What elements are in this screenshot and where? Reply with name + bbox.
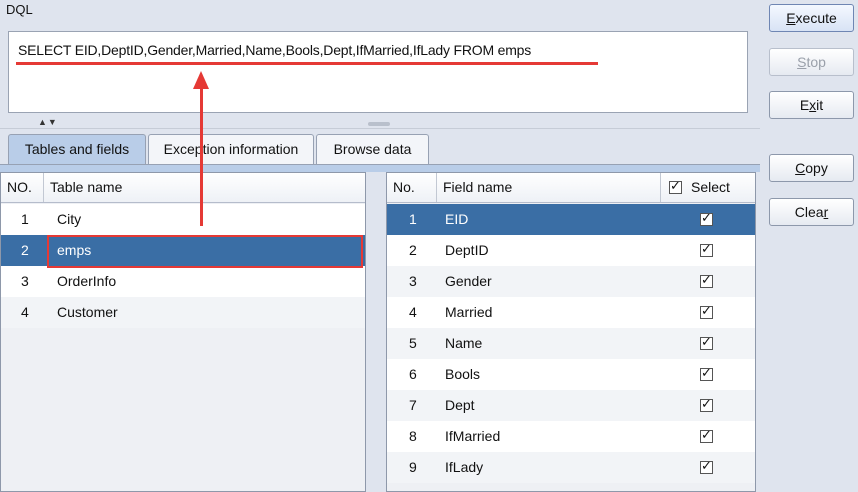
tab-browse-data[interactable]: Browse data	[316, 134, 429, 164]
arrow-head-icon	[193, 71, 209, 89]
annotation-arrow	[200, 82, 203, 226]
tables-header: NO. Table name	[1, 173, 365, 203]
field-checkbox[interactable]	[700, 430, 713, 443]
stop-button[interactable]: Stop	[769, 48, 854, 76]
field-row[interactable]: 6 Bools	[387, 359, 755, 390]
table-row[interactable]: 1 City	[1, 204, 365, 235]
tab-exception-information[interactable]: Exception information	[148, 134, 314, 164]
annotation-highlight-box	[47, 235, 363, 268]
field-checkbox[interactable]	[700, 368, 713, 381]
splitter-divider	[0, 128, 760, 129]
field-row-selected[interactable]: 1 EID	[387, 204, 755, 235]
field-checkbox[interactable]	[700, 461, 713, 474]
fields-list-panel: No. Field name Select 1 EID 2 DeptID 3 G…	[386, 172, 756, 492]
annotation-underline	[16, 62, 598, 65]
sql-editor[interactable]: SELECT EID,DeptID,Gender,Married,Name,Bo…	[8, 31, 748, 113]
splitter-arrows-icon[interactable]: ▲▼	[38, 117, 58, 127]
field-checkbox[interactable]	[700, 275, 713, 288]
splitter-grip-icon[interactable]	[368, 122, 390, 126]
execute-button[interactable]: Execute	[769, 4, 854, 32]
fields-header: No. Field name Select	[387, 173, 755, 203]
field-row[interactable]: 8 IfMarried	[387, 421, 755, 452]
table-row[interactable]: 3 OrderInfo	[1, 266, 365, 297]
column-header-no[interactable]: No.	[387, 173, 437, 202]
table-row[interactable]: 4 Customer	[1, 297, 365, 328]
tab-content-strip	[0, 164, 760, 172]
field-row[interactable]: 7 Dept	[387, 390, 755, 421]
field-row[interactable]: 4 Married	[387, 297, 755, 328]
field-checkbox[interactable]	[700, 306, 713, 319]
field-checkbox[interactable]	[700, 399, 713, 412]
column-header-field-name[interactable]: Field name	[437, 173, 661, 202]
field-row[interactable]: 2 DeptID	[387, 235, 755, 266]
column-header-no[interactable]: NO.	[1, 173, 44, 202]
tab-tables-and-fields[interactable]: Tables and fields	[8, 134, 146, 164]
sql-query-text[interactable]: SELECT EID,DeptID,Gender,Married,Name,Bo…	[18, 42, 531, 58]
field-row[interactable]: 3 Gender	[387, 266, 755, 297]
tables-list-panel: NO. Table name 1 City 2 emps 3 OrderInfo…	[0, 172, 366, 492]
dql-label: DQL	[6, 2, 33, 17]
field-checkbox[interactable]	[700, 337, 713, 350]
copy-button[interactable]: Copy	[769, 154, 854, 182]
select-all-checkbox[interactable]	[669, 181, 682, 194]
field-row[interactable]: 5 Name	[387, 328, 755, 359]
field-row[interactable]: 9 IfLady	[387, 452, 755, 483]
column-header-table-name[interactable]: Table name	[44, 173, 365, 202]
field-checkbox[interactable]	[700, 244, 713, 257]
field-checkbox[interactable]	[700, 213, 713, 226]
clear-button[interactable]: Clear	[769, 198, 854, 226]
exit-button[interactable]: Exit	[769, 91, 854, 119]
